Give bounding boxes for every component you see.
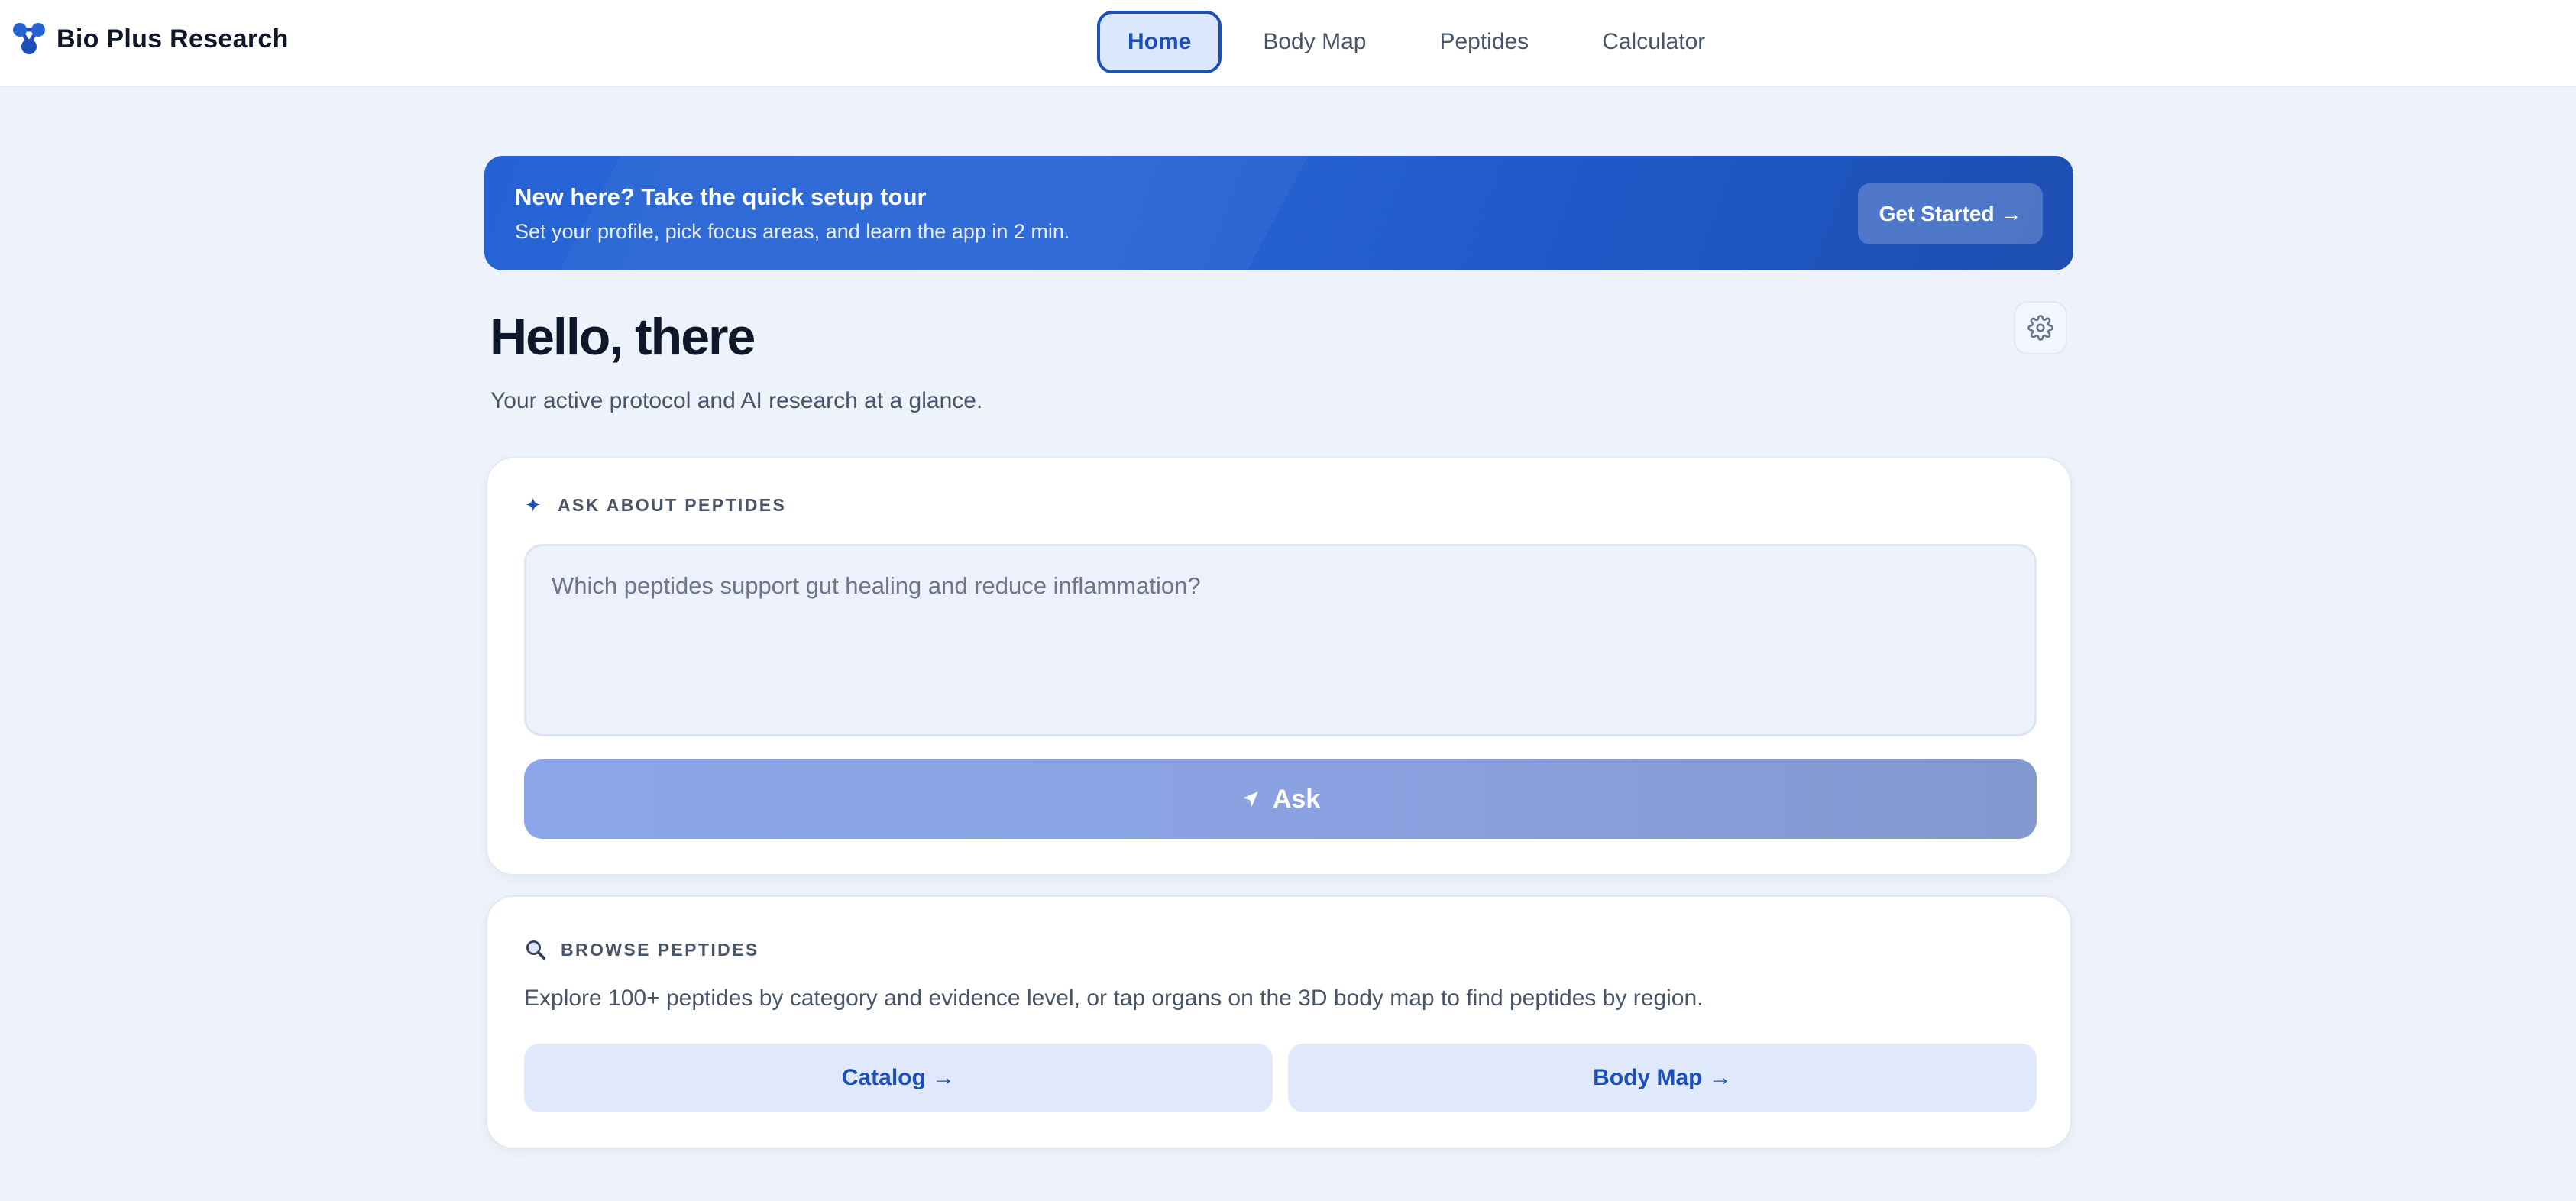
banner-subtitle: Set your profile, pick focus areas, and … [515,220,1070,243]
banner-title: New here? Take the quick setup tour [515,183,927,210]
app-name: Bio Plus Research [57,24,289,53]
ask-card: ✦ ASK ABOUT PEPTIDES Ask [486,457,2072,876]
body-map-button[interactable]: Body Map → [1288,1044,2037,1112]
page-title: Hello, there [490,308,756,366]
top-nav-bar: Bio Plus Research Home Body Map Peptides… [0,0,2576,87]
setup-tour-banner: New here? Take the quick setup tour Set … [484,156,2073,270]
page-subtitle: Your active protocol and AI research at … [490,388,983,413]
ask-button[interactable]: Ask [524,759,2037,839]
gear-icon [2027,315,2053,341]
browse-card: BROWSE PEPTIDES Explore 100+ peptides by… [486,895,2072,1149]
molecule-logo-icon [13,23,45,54]
nav-item-calculator[interactable]: Calculator [1570,11,1737,73]
ask-heading-label: ASK ABOUT PEPTIDES [558,495,787,515]
question-input[interactable] [524,544,2037,736]
get-started-button[interactable]: Get Started → [1858,183,2043,244]
settings-button[interactable] [2014,301,2067,354]
browse-description: Explore 100+ peptides by category and ev… [524,986,1704,1011]
nav-item-body-map[interactable]: Body Map [1231,11,1398,73]
nav-item-peptides[interactable]: Peptides [1407,11,1561,73]
browse-heading-label: BROWSE PEPTIDES [561,939,759,960]
ask-button-label: Ask [1272,784,1321,814]
magnifier-icon [526,940,546,960]
browse-heading: BROWSE PEPTIDES [524,938,759,961]
ask-heading: ✦ ASK ABOUT PEPTIDES [524,494,786,517]
sparkle-icon: ✦ [524,494,544,516]
nav-item-home[interactable]: Home [1097,11,1222,73]
main-nav: Home Body Map Peptides Calculator [1097,11,1737,73]
send-icon [1243,791,1258,807]
catalog-button[interactable]: Catalog → [524,1044,1273,1112]
brand[interactable]: Bio Plus Research [12,20,289,58]
